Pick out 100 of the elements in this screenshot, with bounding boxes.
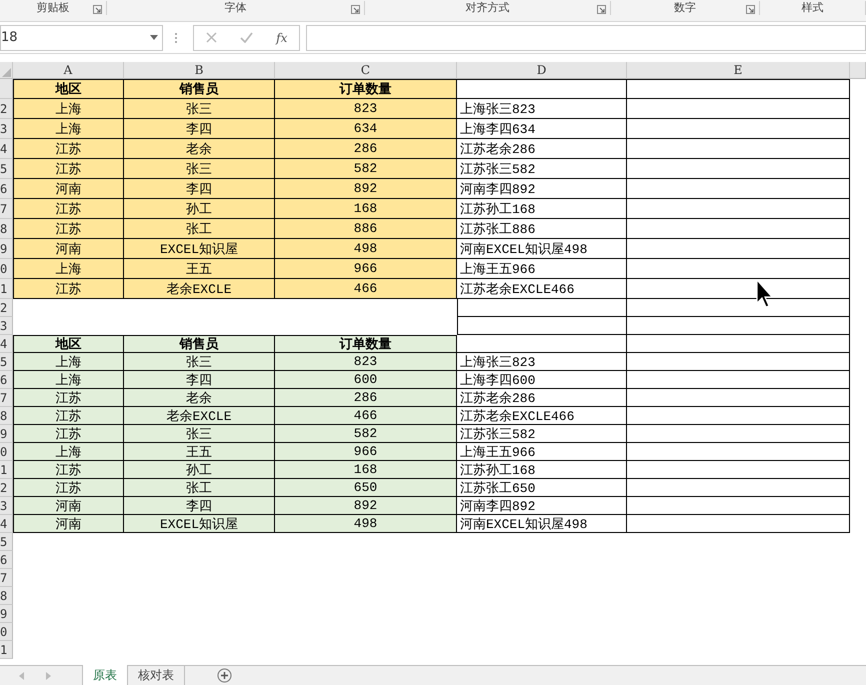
- table-cell[interactable]: 582: [275, 159, 457, 179]
- table-cell[interactable]: 上海: [13, 371, 124, 389]
- table-cell[interactable]: 河南: [13, 497, 124, 515]
- table-cell[interactable]: 张三: [124, 425, 275, 443]
- table-cell[interactable]: 孙工: [124, 199, 275, 219]
- table-cell[interactable]: 江苏老余286: [457, 139, 627, 159]
- dialog-launcher-icon[interactable]: [746, 5, 755, 14]
- row-header[interactable]: 6: [0, 371, 13, 389]
- table-cell[interactable]: 老余: [124, 139, 275, 159]
- row-header[interactable]: 7: [0, 389, 13, 407]
- table-cell[interactable]: [457, 299, 627, 317]
- row-header[interactable]: 2: [0, 99, 13, 119]
- table-cell[interactable]: 650: [275, 479, 457, 497]
- row-header[interactable]: 4: [0, 335, 13, 353]
- table-cell[interactable]: [627, 479, 850, 497]
- table-cell[interactable]: [627, 407, 850, 425]
- row-header[interactable]: 8: [0, 587, 13, 605]
- table-cell[interactable]: 江苏: [13, 479, 124, 497]
- table-cell[interactable]: 886: [275, 219, 457, 239]
- row-header[interactable]: 2: [0, 479, 13, 497]
- table-cell[interactable]: [627, 461, 850, 479]
- table-cell[interactable]: 498: [275, 239, 457, 259]
- table-cell[interactable]: 466: [275, 407, 457, 425]
- row-header[interactable]: 9: [0, 425, 13, 443]
- table-cell[interactable]: [627, 139, 850, 159]
- row-header[interactable]: 9: [0, 239, 13, 259]
- formula-input[interactable]: [306, 24, 866, 50]
- name-box[interactable]: 18: [0, 24, 163, 50]
- table-cell[interactable]: 823: [275, 353, 457, 371]
- table-cell[interactable]: 966: [275, 443, 457, 461]
- table-cell[interactable]: 892: [275, 179, 457, 199]
- table-cell[interactable]: EXCEL知识屋: [124, 515, 275, 533]
- table-cell[interactable]: 王五: [124, 443, 275, 461]
- table-header-cell[interactable]: 订单数量: [275, 335, 457, 353]
- table-cell[interactable]: 634: [275, 119, 457, 139]
- row-header[interactable]: 5: [0, 533, 13, 551]
- table-cell[interactable]: 河南: [13, 179, 124, 199]
- table-cell[interactable]: 河南李四892: [457, 179, 627, 199]
- table-cell[interactable]: 河南李四892: [457, 497, 627, 515]
- table-cell[interactable]: [627, 99, 850, 119]
- row-header[interactable]: 1: [0, 279, 13, 299]
- table-cell[interactable]: 上海王五966: [457, 443, 627, 461]
- table-cell[interactable]: 江苏: [13, 407, 124, 425]
- table-cell[interactable]: 河南: [13, 239, 124, 259]
- row-header[interactable]: 7: [0, 199, 13, 219]
- table-cell[interactable]: 上海李四634: [457, 119, 627, 139]
- table-cell[interactable]: [627, 497, 850, 515]
- table-cell[interactable]: 江苏老余286: [457, 389, 627, 407]
- row-header[interactable]: 3: [0, 317, 13, 335]
- table-cell[interactable]: [627, 389, 850, 407]
- table-header-cell[interactable]: 地区: [13, 335, 124, 353]
- column-header[interactable]: B: [124, 62, 275, 79]
- table-cell[interactable]: [627, 353, 850, 371]
- table-cell[interactable]: [627, 219, 850, 239]
- table-cell[interactable]: 孙工: [124, 461, 275, 479]
- row-header[interactable]: 0: [0, 623, 13, 641]
- table-cell[interactable]: 江苏孙工168: [457, 199, 627, 219]
- row-header[interactable]: 6: [0, 179, 13, 199]
- table-cell[interactable]: 上海李四600: [457, 371, 627, 389]
- table-cell[interactable]: 江苏: [13, 139, 124, 159]
- row-header[interactable]: 6: [0, 551, 13, 569]
- table-cell[interactable]: 张三: [124, 99, 275, 119]
- table-cell[interactable]: 李四: [124, 497, 275, 515]
- table-cell[interactable]: 466: [275, 279, 457, 299]
- table-cell[interactable]: [627, 425, 850, 443]
- row-header[interactable]: 1: [0, 641, 13, 659]
- row-header[interactable]: 5: [0, 353, 13, 371]
- table-cell[interactable]: [627, 159, 850, 179]
- table-cell[interactable]: 江苏: [13, 425, 124, 443]
- table-cell[interactable]: [627, 443, 850, 461]
- table-cell[interactable]: 江苏老余EXCLE466: [457, 407, 627, 425]
- table-cell[interactable]: [627, 199, 850, 219]
- table-cell[interactable]: 张工: [124, 479, 275, 497]
- table-cell[interactable]: 上海: [13, 119, 124, 139]
- row-header[interactable]: 3: [0, 497, 13, 515]
- table-cell[interactable]: 老余EXCLE: [124, 407, 275, 425]
- table-cell[interactable]: [457, 335, 627, 353]
- table-cell[interactable]: 老余: [124, 389, 275, 407]
- table-cell[interactable]: [627, 317, 850, 335]
- table-cell[interactable]: 江苏老余EXCLE466: [457, 279, 627, 299]
- table-cell[interactable]: 江苏: [13, 159, 124, 179]
- table-cell[interactable]: 600: [275, 371, 457, 389]
- row-header[interactable]: 3: [0, 119, 13, 139]
- row-header[interactable]: 2: [0, 299, 13, 317]
- table-cell[interactable]: [627, 335, 850, 353]
- sheet-tab[interactable]: 原表: [83, 665, 128, 685]
- table-cell[interactable]: [627, 239, 850, 259]
- table-cell[interactable]: [627, 371, 850, 389]
- table-cell[interactable]: EXCEL知识屋: [124, 239, 275, 259]
- table-header-cell[interactable]: 销售员: [124, 335, 275, 353]
- table-cell[interactable]: [627, 515, 850, 533]
- table-cell[interactable]: [457, 79, 627, 99]
- table-cell[interactable]: 江苏孙工168: [457, 461, 627, 479]
- row-header[interactable]: 9: [0, 605, 13, 623]
- checkmark-icon[interactable]: [240, 32, 253, 43]
- column-header[interactable]: D: [457, 62, 627, 79]
- table-cell[interactable]: [627, 119, 850, 139]
- table-cell[interactable]: 江苏张三582: [457, 159, 627, 179]
- table-cell[interactable]: 上海: [13, 259, 124, 279]
- table-cell[interactable]: 上海王五966: [457, 259, 627, 279]
